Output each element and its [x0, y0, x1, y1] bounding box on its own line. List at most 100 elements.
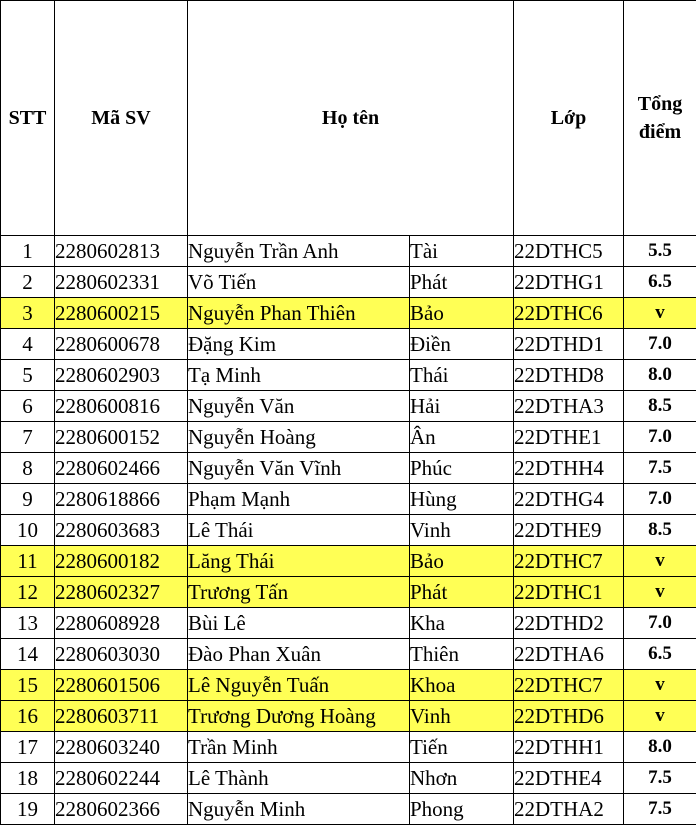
- row-stt-cell: 7: [0, 421, 55, 453]
- row-lop-cell: 22DTHA6: [513, 638, 624, 670]
- row-ho-cell: Trần Minh: [187, 731, 410, 763]
- row-ten-cell: Hùng: [409, 483, 514, 515]
- row-ma-sv-cell: 2280602327: [54, 576, 188, 608]
- row-diem-cell: 7.0: [623, 483, 696, 515]
- table-row: 10 2280603683 Lê Thái Vinh 22DTHE9 8.5: [0, 514, 696, 546]
- row-ten-cell: Tiến: [409, 731, 514, 763]
- table-row: 3 2280600215 Nguyễn Phan Thiên Bảo 22DTHC6 v: [0, 297, 696, 329]
- header-tong-diem-line2: điểm: [638, 121, 682, 143]
- row-stt-cell: 8: [0, 452, 55, 484]
- header-stt: STT: [0, 0, 55, 236]
- row-ho-cell: Trương Dương Hoàng: [187, 700, 410, 732]
- row-ten-cell: Nhơn: [409, 762, 514, 794]
- row-ma-sv-cell: 2280603030: [54, 638, 188, 670]
- row-stt-cell: 2: [0, 266, 55, 298]
- row-stt-cell: 3: [0, 297, 55, 329]
- table-row: 9 2280618866 Phạm Mạnh Hùng 22DTHG4 7.0: [0, 483, 696, 515]
- table-row: 4 2280600678 Đặng Kim Điền 22DTHD1 7.0: [0, 328, 696, 360]
- table-row: 15 2280601506 Lê Nguyễn Tuấn Khoa 22DTHC7 v: [0, 669, 696, 701]
- row-diem-cell: 8.5: [623, 390, 696, 422]
- row-ho-cell: Lê Thành: [187, 762, 410, 794]
- row-diem-cell: 7.5: [623, 452, 696, 484]
- row-ma-sv-cell: 2280603240: [54, 731, 188, 763]
- row-lop-cell: 22DTHD6: [513, 700, 624, 732]
- row-lop-cell: 22DTHC7: [513, 669, 624, 701]
- row-lop-cell: 22DTHG1: [513, 266, 624, 298]
- row-diem-cell: 7.0: [623, 607, 696, 639]
- row-ma-sv-cell: 2280602813: [54, 235, 188, 267]
- row-ho-cell: Đào Phan Xuân: [187, 638, 410, 670]
- row-ma-sv-cell: 2280602366: [54, 793, 188, 825]
- header-row: STT Mã SV Họ tên Lớp Tổng điểm: [0, 0, 696, 236]
- table-row: 5 2280602903 Tạ Minh Thái 22DTHD8 8.0: [0, 359, 696, 391]
- row-ten-cell: Khoa: [409, 669, 514, 701]
- row-lop-cell: 22DTHH1: [513, 731, 624, 763]
- table-row: 18 2280602244 Lê Thành Nhơn 22DTHE4 7.5: [0, 762, 696, 794]
- row-ma-sv-cell: 2280602331: [54, 266, 188, 298]
- row-diem-cell: v: [623, 700, 696, 732]
- row-ten-cell: Phát: [409, 576, 514, 608]
- row-ten-cell: Thiên: [409, 638, 514, 670]
- row-stt-cell: 4: [0, 328, 55, 360]
- row-ma-sv-cell: 2280602244: [54, 762, 188, 794]
- row-diem-cell: 6.5: [623, 638, 696, 670]
- row-lop-cell: 22DTHC5: [513, 235, 624, 267]
- row-ho-cell: Bùi Lê: [187, 607, 410, 639]
- row-ten-cell: Phong: [409, 793, 514, 825]
- row-ma-sv-cell: 2280600152: [54, 421, 188, 453]
- row-ma-sv-cell: 2280600182: [54, 545, 188, 577]
- row-ten-cell: Phát: [409, 266, 514, 298]
- row-diem-cell: 6.5: [623, 266, 696, 298]
- header-tong-diem: Tổng điểm: [623, 0, 696, 236]
- row-diem-cell: 7.0: [623, 328, 696, 360]
- row-ten-cell: Kha: [409, 607, 514, 639]
- row-lop-cell: 22DTHC6: [513, 297, 624, 329]
- row-ten-cell: Phúc: [409, 452, 514, 484]
- row-ho-cell: Lăng Thái: [187, 545, 410, 577]
- row-ten-cell: Bảo: [409, 297, 514, 329]
- row-diem-cell: 5.5: [623, 235, 696, 267]
- row-stt-cell: 11: [0, 545, 55, 577]
- table-row: 13 2280608928 Bùi Lê Kha 22DTHD2 7.0: [0, 607, 696, 639]
- row-ma-sv-cell: 2280600678: [54, 328, 188, 360]
- table-row: 11 2280600182 Lăng Thái Bảo 22DTHC7 v: [0, 545, 696, 577]
- row-ho-cell: Trương Tấn: [187, 576, 410, 608]
- row-stt-cell: 17: [0, 731, 55, 763]
- row-diem-cell: 8.0: [623, 359, 696, 391]
- header-lop: Lớp: [513, 0, 624, 236]
- row-ma-sv-cell: 2280603711: [54, 700, 188, 732]
- row-lop-cell: 22DTHH4: [513, 452, 624, 484]
- row-diem-cell: v: [623, 669, 696, 701]
- row-stt-cell: 5: [0, 359, 55, 391]
- row-ho-cell: Võ Tiến: [187, 266, 410, 298]
- row-diem-cell: 7.0: [623, 421, 696, 453]
- table-row: 16 2280603711 Trương Dương Hoàng Vinh 22DTHD…: [0, 700, 696, 732]
- row-ma-sv-cell: 2280608928: [54, 607, 188, 639]
- row-ten-cell: Bảo: [409, 545, 514, 577]
- row-stt-cell: 18: [0, 762, 55, 794]
- table-body: 1 2280602813 Nguyễn Trần Anh Tài 22DTHC5 5.5 2…: [0, 235, 696, 825]
- row-lop-cell: 22DTHE4: [513, 762, 624, 794]
- row-lop-cell: 22DTHD8: [513, 359, 624, 391]
- row-lop-cell: 22DTHA2: [513, 793, 624, 825]
- score-table: STT Mã SV Họ tên Lớp Tổng điểm 1 22806028…: [0, 0, 696, 825]
- table-row: 12 2280602327 Trương Tấn Phát 22DTHC1 v: [0, 576, 696, 608]
- row-stt-cell: 13: [0, 607, 55, 639]
- row-lop-cell: 22DTHD2: [513, 607, 624, 639]
- row-ten-cell: Tài: [409, 235, 514, 267]
- row-ten-cell: Vinh: [409, 700, 514, 732]
- row-ten-cell: Điền: [409, 328, 514, 360]
- row-stt-cell: 16: [0, 700, 55, 732]
- row-lop-cell: 22DTHG4: [513, 483, 624, 515]
- row-ho-cell: Nguyễn Minh: [187, 793, 410, 825]
- row-diem-cell: v: [623, 297, 696, 329]
- table-row: 17 2280603240 Trần Minh Tiến 22DTHH1 8.0: [0, 731, 696, 763]
- row-ma-sv-cell: 2280601506: [54, 669, 188, 701]
- row-diem-cell: 8.5: [623, 514, 696, 546]
- row-ten-cell: Hải: [409, 390, 514, 422]
- row-ho-cell: Nguyễn Văn: [187, 390, 410, 422]
- row-lop-cell: 22DTHE1: [513, 421, 624, 453]
- row-stt-cell: 19: [0, 793, 55, 825]
- row-ho-cell: Nguyễn Trần Anh: [187, 235, 410, 267]
- table-row: 2 2280602331 Võ Tiến Phát 22DTHG1 6.5: [0, 266, 696, 298]
